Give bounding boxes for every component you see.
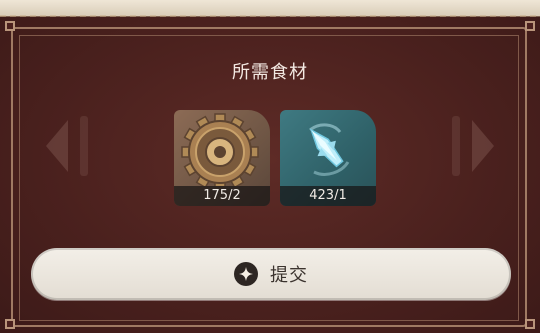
prev-arrow-icon[interactable] [46, 120, 68, 172]
frame-corner [525, 21, 535, 31]
crystal-icon [309, 123, 350, 176]
frame-corner [5, 21, 15, 31]
dialog-title: 所需食材 [232, 62, 308, 83]
sparkle-icon [234, 262, 258, 286]
top-strip [0, 0, 540, 17]
submit-label: 提交 [270, 265, 308, 286]
next-arrow-icon[interactable] [472, 120, 494, 172]
prev-arrow-bar [80, 116, 88, 176]
ingredient-slot-crystal[interactable]: 423/1 [280, 110, 376, 206]
gear-icon [181, 113, 259, 186]
frame-corner [5, 319, 15, 329]
submit-button[interactable]: 提交 [31, 248, 511, 300]
ingredient-count: 423/1 [280, 186, 376, 206]
ingredient-slot-gear[interactable]: 175/2 [174, 110, 270, 206]
frame-corner [525, 319, 535, 329]
next-arrow-bar [452, 116, 460, 176]
ingredient-count: 175/2 [174, 186, 270, 206]
